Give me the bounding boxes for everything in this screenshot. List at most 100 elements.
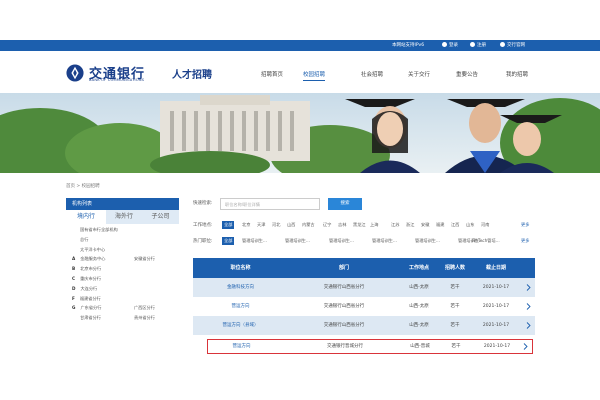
col-title: 职位名称 [230, 265, 251, 271]
nav-my[interactable]: 我的招聘 [506, 70, 528, 78]
location-cell: 山西-太原 [409, 323, 429, 328]
org-sidebar: 机构列表 境内行 海外行 子公司 国有省市行全部机构 总行太平洋卡中心 A 金融服务中… [66, 198, 179, 360]
chevron-right-icon[interactable] [526, 284, 531, 291]
sidebar-title: 机构列表 [66, 198, 179, 210]
location-chip[interactable]: 河南 [481, 221, 489, 229]
login-link[interactable]: 登录 [442, 42, 458, 49]
org-link[interactable]: 甘肃省分行 [80, 315, 101, 320]
hot-chip-all[interactable]: 全部 [222, 237, 235, 245]
location-chip[interactable]: 安徽 [421, 221, 429, 229]
org-list-item: 总行 [80, 237, 88, 243]
location-chip[interactable]: 吉林 [338, 221, 346, 229]
location-chip[interactable]: 黑龙江 [353, 221, 366, 229]
edit-icon [470, 42, 475, 47]
table-row[interactable]: 营运方向 交通银行山西省分行 山西-太原 若干 2021-10-17 [193, 297, 535, 316]
position-title-link[interactable]: 金融科技方向 [193, 278, 288, 297]
location-chip[interactable]: 江苏 [391, 221, 399, 229]
hot-more-link[interactable]: 更多 [521, 237, 529, 245]
chevron-right-icon[interactable] [526, 303, 531, 310]
position-title-link[interactable]: 营运方向（县域） [193, 316, 288, 335]
banner-image [0, 93, 600, 173]
tab-domestic[interactable]: 境内行 [66, 210, 106, 224]
location-chip[interactable]: 福建 [436, 221, 444, 229]
home-icon [500, 42, 505, 47]
location-chip[interactable]: 浙江 [406, 221, 414, 229]
col-dept: 部门 [338, 265, 349, 271]
location-chip-all[interactable]: 全部 [222, 221, 235, 229]
deadline-cell: 2021-10-17 [482, 285, 510, 290]
org-letter: A [72, 256, 76, 262]
col-count: 招聘人数 [444, 265, 465, 271]
org-link[interactable]: 太平洋卡中心 [80, 247, 105, 252]
location-chip[interactable]: 内蒙古 [302, 221, 315, 229]
nav-notices[interactable]: 重要公告 [456, 70, 478, 78]
location-chip[interactable]: 天津 [257, 221, 265, 229]
location-chip[interactable]: 辽宁 [323, 221, 331, 229]
org-list-item: D 大连分行 [72, 286, 97, 292]
org-letter: G [72, 305, 76, 311]
nav-campus[interactable]: 校园招聘 [303, 70, 326, 81]
tab-overseas[interactable]: 海外行 [106, 210, 142, 224]
position-title-link[interactable]: 营运方向 [194, 340, 289, 353]
org-link[interactable]: 福建省分行 [80, 296, 101, 301]
hot-position-chip[interactable]: FinTech管培... [472, 237, 500, 245]
hot-position-chip[interactable]: 管理培训生... [372, 237, 397, 245]
org-link[interactable]: 北京市分行 [80, 266, 101, 271]
col-deadline: 截止日期 [485, 265, 506, 271]
location-chip[interactable]: 山西 [287, 221, 295, 229]
department-cell: 交通银行晋城分行 [327, 344, 363, 349]
location-chip[interactable]: 河北 [272, 221, 280, 229]
chevron-right-icon[interactable] [526, 322, 531, 329]
deadline-cell: 2021-10-17 [482, 323, 510, 328]
hot-position-chip[interactable]: 管理培训生... [285, 237, 310, 245]
official-site-link[interactable]: 交行官网 [500, 42, 525, 49]
org-link[interactable]: 总行 [80, 237, 88, 242]
location-label: 工作地点: [193, 223, 213, 228]
location-chip[interactable]: 山东 [466, 221, 474, 229]
location-cell: 山西-太原 [409, 304, 429, 309]
org-list-item: 太平洋卡中心 [80, 247, 105, 253]
search-button[interactable]: 搜索 [328, 198, 362, 210]
org-link[interactable]: 广东省分行 [80, 305, 101, 310]
nav-social[interactable]: 社会招聘 [361, 70, 383, 78]
register-link[interactable]: 注册 [470, 42, 486, 49]
position-title-link[interactable]: 营运方向 [193, 297, 288, 316]
org-link[interactable]: 贵州省分行 [134, 315, 155, 321]
chevron-right-icon[interactable] [523, 343, 528, 350]
location-chip[interactable]: 江西 [451, 221, 459, 229]
hot-position-chip[interactable]: 管理培训生... [242, 237, 267, 245]
org-link[interactable]: 广西区分行 [134, 305, 155, 311]
nav-home[interactable]: 招聘首页 [261, 70, 283, 78]
deadline-cell: 2021-10-17 [483, 344, 511, 349]
org-link[interactable]: 大连分行 [80, 286, 97, 291]
table-row[interactable]: 金融科技方向 交通银行山西省分行 山西-太原 若干 2021-10-17 [193, 278, 535, 297]
org-list-item: F 福建省分行 [72, 296, 101, 302]
sidebar-tabs: 境内行 海外行 子公司 [66, 210, 179, 224]
org-link[interactable]: 安徽省分行 [134, 256, 155, 262]
quick-search-label: 快速检索: [193, 201, 213, 206]
department-cell: 交通银行山西省分行 [323, 323, 365, 328]
search-input[interactable]: 职位名称/职位详情 [220, 198, 320, 210]
tab-subsidiary[interactable]: 子公司 [142, 210, 179, 224]
headcount-cell: 若干 [450, 304, 460, 309]
org-link[interactable]: 金融服务中心 [80, 256, 105, 261]
hero-banner [0, 93, 600, 173]
hot-position-chip[interactable]: 管理培训生... [329, 237, 354, 245]
table-row[interactable]: 营运方向 交通银行晋城分行 山西-晋城 若干 2021-10-17 [207, 339, 533, 354]
org-letter: D [72, 285, 76, 291]
org-list-item: G 广东省分行 [72, 305, 101, 311]
org-list-item: 国有省市行全部机构 [80, 227, 118, 233]
org-link[interactable]: 国有省市行全部机构 [80, 227, 118, 232]
location-chip[interactable]: 北京 [242, 221, 250, 229]
headcount-cell: 若干 [450, 323, 460, 328]
hot-position-chip[interactable]: 管理培训生... [415, 237, 440, 245]
col-location: 工作地点 [408, 265, 429, 271]
bank-logo-icon [66, 64, 84, 82]
org-link[interactable]: 重庆市分行 [80, 276, 101, 281]
location-more-link[interactable]: 更多 [521, 221, 529, 229]
breadcrumb[interactable]: 首页 > 校园招聘 [66, 183, 100, 189]
location-chip[interactable]: 上海 [370, 221, 378, 229]
table-row[interactable]: 营运方向（县域） 交通银行山西省分行 山西-太原 若干 2021-10-17 [193, 316, 535, 335]
nav-about[interactable]: 关于交行 [408, 70, 430, 78]
org-letter: B [72, 266, 76, 272]
